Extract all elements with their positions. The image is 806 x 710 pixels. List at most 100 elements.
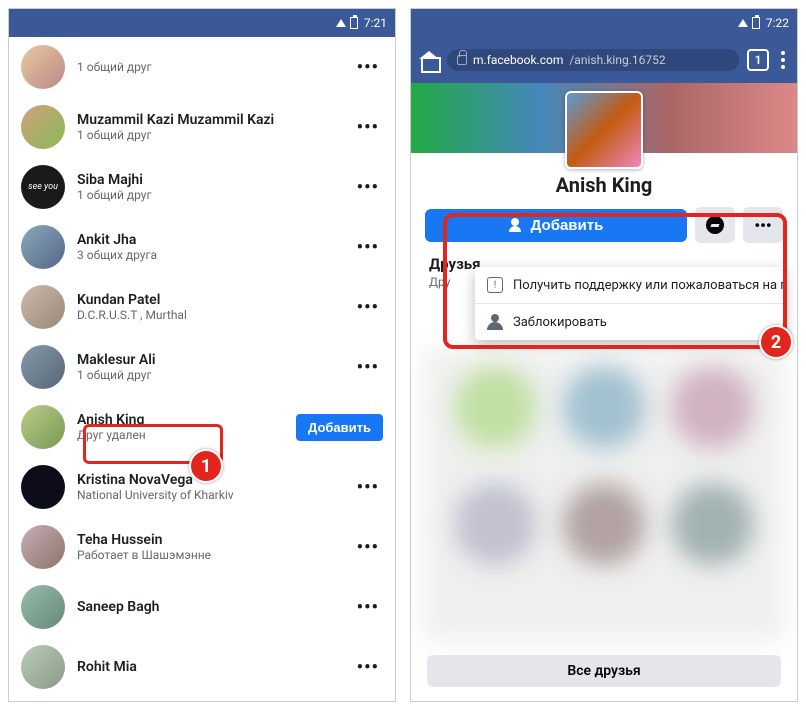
- friend-sub: 1 общий друг: [77, 128, 341, 142]
- avatar[interactable]: [21, 585, 65, 629]
- avatar-text: see you: [28, 182, 58, 192]
- tab-count[interactable]: 1: [747, 49, 769, 71]
- report-menu-item[interactable]: ! Получить поддержку или пожаловаться на…: [475, 267, 785, 304]
- add-friend-icon: [509, 218, 525, 232]
- friend-info: Saneep Bagh: [77, 599, 341, 615]
- friend-row[interactable]: Teha Hussein Работает в Шашэмэнне •••: [9, 517, 395, 577]
- more-icon[interactable]: •••: [353, 593, 383, 622]
- avatar[interactable]: [21, 645, 65, 689]
- status-icons: [738, 17, 760, 29]
- url-domain: m.facebook.com: [473, 53, 563, 67]
- message-button[interactable]: [695, 207, 735, 243]
- more-actions-dropdown: ! Получить поддержку или пожаловаться на…: [475, 267, 785, 340]
- more-icon[interactable]: •••: [353, 653, 383, 682]
- annotation-callout: 2: [759, 325, 793, 359]
- friend-sub: 3 общих друга: [77, 248, 341, 262]
- report-label: Получить поддержку или пожаловаться на п…: [513, 278, 785, 293]
- more-actions-button[interactable]: •••: [743, 207, 783, 243]
- status-bar: 7:21: [9, 9, 395, 37]
- signal-icon: [738, 19, 748, 27]
- friend-name: Teha Hussein: [77, 532, 341, 548]
- avatar[interactable]: [21, 285, 65, 329]
- friend-name: Saneep Bagh: [77, 599, 341, 615]
- more-icon[interactable]: •••: [353, 353, 383, 382]
- friend-info: 1 общий друг: [77, 60, 341, 74]
- info-icon: !: [487, 277, 503, 293]
- profile-name: Anish King: [411, 173, 797, 197]
- more-icon[interactable]: •••: [353, 173, 383, 202]
- battery-icon: [350, 17, 358, 29]
- url-bar[interactable]: m.facebook.com/anish.king.16752: [447, 49, 739, 71]
- friend-sub: 1 общий друг: [77, 60, 341, 74]
- block-icon: [487, 314, 503, 330]
- right-screen: 7:22 m.facebook.com/anish.king.16752 1 A…: [410, 8, 798, 702]
- friend-name: Kundan Patel: [77, 292, 341, 308]
- friends-grid-blurred: [423, 349, 785, 641]
- avatar[interactable]: [21, 105, 65, 149]
- annotation-callout: 1: [189, 449, 223, 483]
- avatar[interactable]: [21, 465, 65, 509]
- friend-row[interactable]: Maklesur Ali 1 общий друг •••: [9, 337, 395, 397]
- add-friend-button[interactable]: Добавить: [425, 209, 687, 242]
- status-bar: 7:22: [411, 9, 797, 37]
- friend-sub: 1 общий друг: [77, 368, 341, 382]
- block-label: Заблокировать: [513, 315, 607, 330]
- add-friend-label: Добавить: [531, 217, 604, 234]
- url-path: /anish.king.16752: [569, 53, 665, 67]
- friend-list[interactable]: 1 общий друг ••• Muzammil Kazi Muzammil …: [9, 37, 395, 701]
- friend-row[interactable]: see you Siba Majhi 1 общий друг •••: [9, 157, 395, 217]
- more-icon[interactable]: •••: [353, 533, 383, 562]
- friend-row[interactable]: Muzammil Kazi Muzammil Kazi 1 общий друг…: [9, 97, 395, 157]
- signal-icon: [336, 19, 346, 27]
- status-icons: [336, 17, 358, 29]
- friend-sub: D.C.R.U.S.T , Murthal: [77, 308, 341, 322]
- block-menu-item[interactable]: Заблокировать: [475, 304, 785, 340]
- more-icon[interactable]: •••: [353, 113, 383, 142]
- avatar[interactable]: [21, 405, 65, 449]
- cover-photo[interactable]: [411, 83, 797, 153]
- avatar[interactable]: [21, 525, 65, 569]
- friend-info: Anish King Друг удален: [77, 412, 284, 442]
- friend-info: Ankit Jha 3 общих друга: [77, 232, 341, 262]
- avatar[interactable]: [21, 225, 65, 269]
- status-time: 7:21: [364, 16, 387, 30]
- friend-name: Maklesur Ali: [77, 352, 341, 368]
- friend-sub: 1 общий друг: [77, 188, 341, 202]
- battery-icon: [752, 17, 760, 29]
- friend-name: Rohit Mia: [77, 659, 341, 675]
- avatar[interactable]: see you: [21, 165, 65, 209]
- more-icon[interactable]: •••: [353, 293, 383, 322]
- browser-toolbar: m.facebook.com/anish.king.16752 1: [411, 37, 797, 83]
- friend-sub: National University of Kharkiv: [77, 488, 341, 502]
- friend-info: Muzammil Kazi Muzammil Kazi 1 общий друг: [77, 112, 341, 142]
- lock-icon: [457, 55, 467, 65]
- profile-picture[interactable]: [565, 91, 643, 169]
- friend-info: Kundan Patel D.C.R.U.S.T , Murthal: [77, 292, 341, 322]
- messenger-icon: [706, 216, 724, 234]
- home-icon[interactable]: [419, 51, 439, 69]
- friend-info: Rohit Mia: [77, 659, 341, 675]
- friend-sub: Друг удален: [77, 428, 284, 442]
- more-icon[interactable]: •••: [353, 473, 383, 502]
- friend-name: Siba Majhi: [77, 172, 341, 188]
- friend-name: Ankit Jha: [77, 232, 341, 248]
- add-friend-button[interactable]: Добавить: [296, 414, 383, 441]
- left-screen: 7:21 1 общий друг ••• Muzammil Kazi Muza…: [8, 8, 396, 702]
- all-friends-button[interactable]: Все друзья: [427, 655, 781, 687]
- friend-info: Teha Hussein Работает в Шашэмэнне: [77, 532, 341, 562]
- kebab-menu-icon[interactable]: [777, 47, 789, 73]
- friend-row[interactable]: 1 общий друг •••: [9, 37, 395, 97]
- avatar[interactable]: [21, 345, 65, 389]
- friend-row[interactable]: Kundan Patel D.C.R.U.S.T , Murthal •••: [9, 277, 395, 337]
- friend-row[interactable]: Anish King Друг удален Добавить: [9, 397, 395, 457]
- friend-info: Maklesur Ali 1 общий друг: [77, 352, 341, 382]
- profile-actions: Добавить •••: [411, 197, 797, 253]
- friend-row[interactable]: Rohit Mia •••: [9, 637, 395, 697]
- friend-name: Anish King: [77, 412, 284, 428]
- friend-row[interactable]: Ankit Jha 3 общих друга •••: [9, 217, 395, 277]
- more-icon[interactable]: •••: [353, 233, 383, 262]
- friend-name: Muzammil Kazi Muzammil Kazi: [77, 112, 341, 128]
- friend-row[interactable]: Saneep Bagh •••: [9, 577, 395, 637]
- avatar[interactable]: [21, 45, 65, 89]
- more-icon[interactable]: •••: [353, 53, 383, 82]
